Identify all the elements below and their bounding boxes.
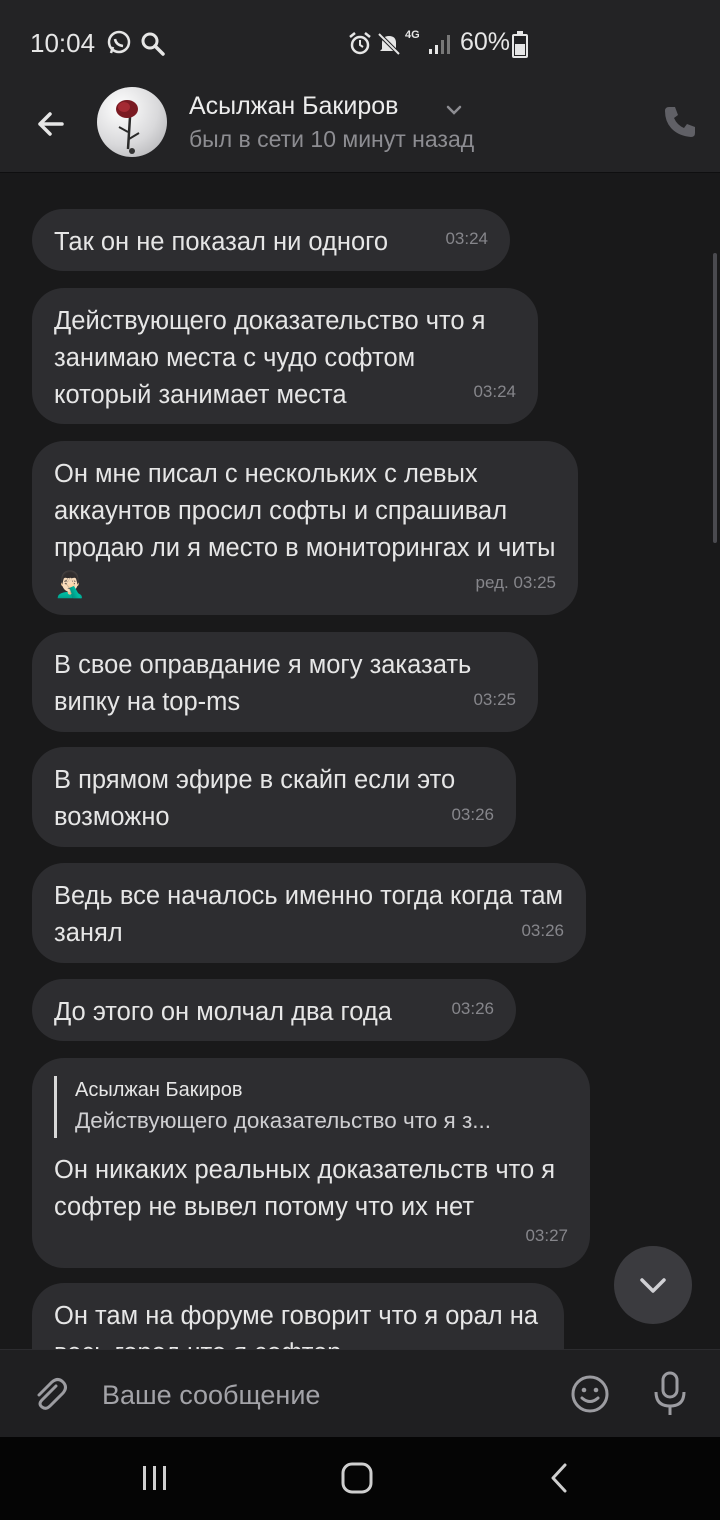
message-time: 03:27 xyxy=(525,1226,568,1245)
message-bubble[interactable]: В прямом эфире в скайп если это возможно… xyxy=(32,747,516,847)
status-time: 10:04 xyxy=(30,28,96,58)
message-time: ред. 03:25 xyxy=(475,573,556,592)
paperclip-icon[interactable] xyxy=(30,1374,70,1414)
avatar[interactable] xyxy=(97,87,167,157)
message-text: В прямом эфире в скайп если это возможно xyxy=(54,766,456,831)
message-text: Ведь все началось именно тогда когда там… xyxy=(54,882,564,947)
alarm-icon xyxy=(349,32,371,55)
emoji-icon[interactable] xyxy=(570,1374,610,1414)
message-bubble[interactable]: До этого он молчал два года 03:26 xyxy=(32,979,516,1041)
message-bubble[interactable]: В свое оправдание я могу заказать випку … xyxy=(32,632,538,732)
nav-back-icon[interactable] xyxy=(545,1461,575,1495)
message-text: До этого он молчал два года xyxy=(54,998,392,1026)
message-bubble-reply[interactable]: Асылжан Бакиров Действующего доказательс… xyxy=(32,1058,590,1268)
chat-header: Асылжан Бакиров был в сети 10 минут наза… xyxy=(0,84,720,173)
message-text: Так он не показал ни одного xyxy=(54,228,389,256)
message-text: В свое оправдание я могу заказать випку … xyxy=(54,651,472,716)
message-time: 03:26 xyxy=(451,805,494,824)
chevron-down-icon xyxy=(640,1278,666,1293)
status-bar: 10:04 4G 60% xyxy=(0,0,720,84)
scroll-to-bottom-button[interactable] xyxy=(614,1246,692,1324)
scrollbar[interactable] xyxy=(713,253,717,543)
message-text: Действующего доказательство что я занима… xyxy=(54,307,486,409)
chevron-down-icon[interactable] xyxy=(444,100,464,120)
back-arrow-icon[interactable] xyxy=(30,102,74,146)
message-bubble[interactable]: Ведь все началось именно тогда когда там… xyxy=(32,863,586,963)
mute-icon xyxy=(377,32,401,56)
system-navigation-bar xyxy=(0,1437,720,1520)
search-icon xyxy=(141,32,165,56)
phone-icon[interactable] xyxy=(660,102,700,142)
quote-author: Асылжан Бакиров xyxy=(75,1079,243,1101)
contact-name[interactable]: Асылжан Бакиров xyxy=(189,92,398,121)
message-bubble[interactable]: Так он не показал ни одного 03:24 xyxy=(32,209,510,271)
message-text: Он никаких реальных доказательств что я … xyxy=(54,1156,556,1221)
message-input[interactable] xyxy=(100,1364,544,1426)
message-composer xyxy=(0,1349,720,1438)
message-bubble[interactable]: Действующего доказательство что я занима… xyxy=(32,288,538,424)
message-bubble[interactable]: Он там на форуме говорит что я орал на в… xyxy=(32,1283,564,1349)
quote-text: Действующего доказательство что я з... xyxy=(75,1108,492,1133)
signal-icon xyxy=(429,35,450,54)
message-text: Он там на форуме говорит что я орал на в… xyxy=(54,1302,539,1349)
recent-apps-icon[interactable] xyxy=(140,1463,170,1493)
message-list[interactable]: Так он не показал ни одного 03:24 Действ… xyxy=(0,173,720,1349)
home-icon[interactable] xyxy=(340,1461,374,1495)
network-type: 4G xyxy=(405,29,420,41)
message-time: 03:24 xyxy=(473,382,516,401)
message-time: 03:26 xyxy=(521,921,564,940)
battery-percent: 60% xyxy=(460,28,511,56)
battery-icon xyxy=(512,31,528,58)
message-time: 03:25 xyxy=(473,690,516,709)
message-bubble[interactable]: Он мне писал с нескольких с левых аккаун… xyxy=(32,441,578,615)
avatar-rose-image xyxy=(116,100,140,154)
microphone-icon[interactable] xyxy=(652,1370,688,1418)
contact-status: был в сети 10 минут назад xyxy=(189,126,475,152)
message-time: 03:24 xyxy=(445,229,488,248)
whatsapp-icon xyxy=(107,30,131,54)
message-time: 03:26 xyxy=(451,999,494,1018)
reply-quote[interactable]: Асылжан Бакиров Действующего доказательс… xyxy=(54,1076,568,1138)
